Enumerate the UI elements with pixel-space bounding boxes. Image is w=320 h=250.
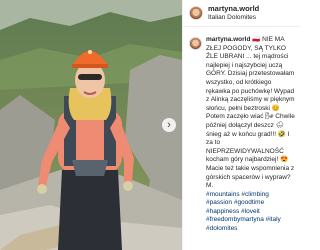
avatar-small[interactable] <box>189 37 202 50</box>
instagram-post: › martyna.world Italian Dolomites martyn… <box>0 0 300 250</box>
caption-section: martyna.world 🇵🇱 NIE MA ZŁEJ POGODY, SĄ … <box>183 27 300 250</box>
post-caption: martyna.world 🇵🇱 NIE MA ZŁEJ POGODY, SĄ … <box>206 36 296 250</box>
caption-hashtags[interactable]: #mountains #climbing #passion #goodtime … <box>206 191 281 232</box>
caption-username[interactable]: martyna.world <box>206 36 250 43</box>
location[interactable]: Italian Dolomites <box>208 13 259 22</box>
header-text: martyna.world Italian Dolomites <box>208 4 259 22</box>
post-photo[interactable]: › <box>0 0 182 250</box>
post-header: martyna.world Italian Dolomites <box>183 0 300 27</box>
caption-text: 🇵🇱 NIE MA ZŁEJ POGODY, SĄ TYLKO ŹLE UBRA… <box>206 36 295 190</box>
avatar[interactable] <box>189 6 203 20</box>
climber-photo-illustration <box>0 0 182 250</box>
username[interactable]: martyna.world <box>208 4 259 13</box>
chevron-right-icon[interactable]: › <box>162 118 176 132</box>
post-sidebar: martyna.world Italian Dolomites martyna.… <box>182 0 300 250</box>
